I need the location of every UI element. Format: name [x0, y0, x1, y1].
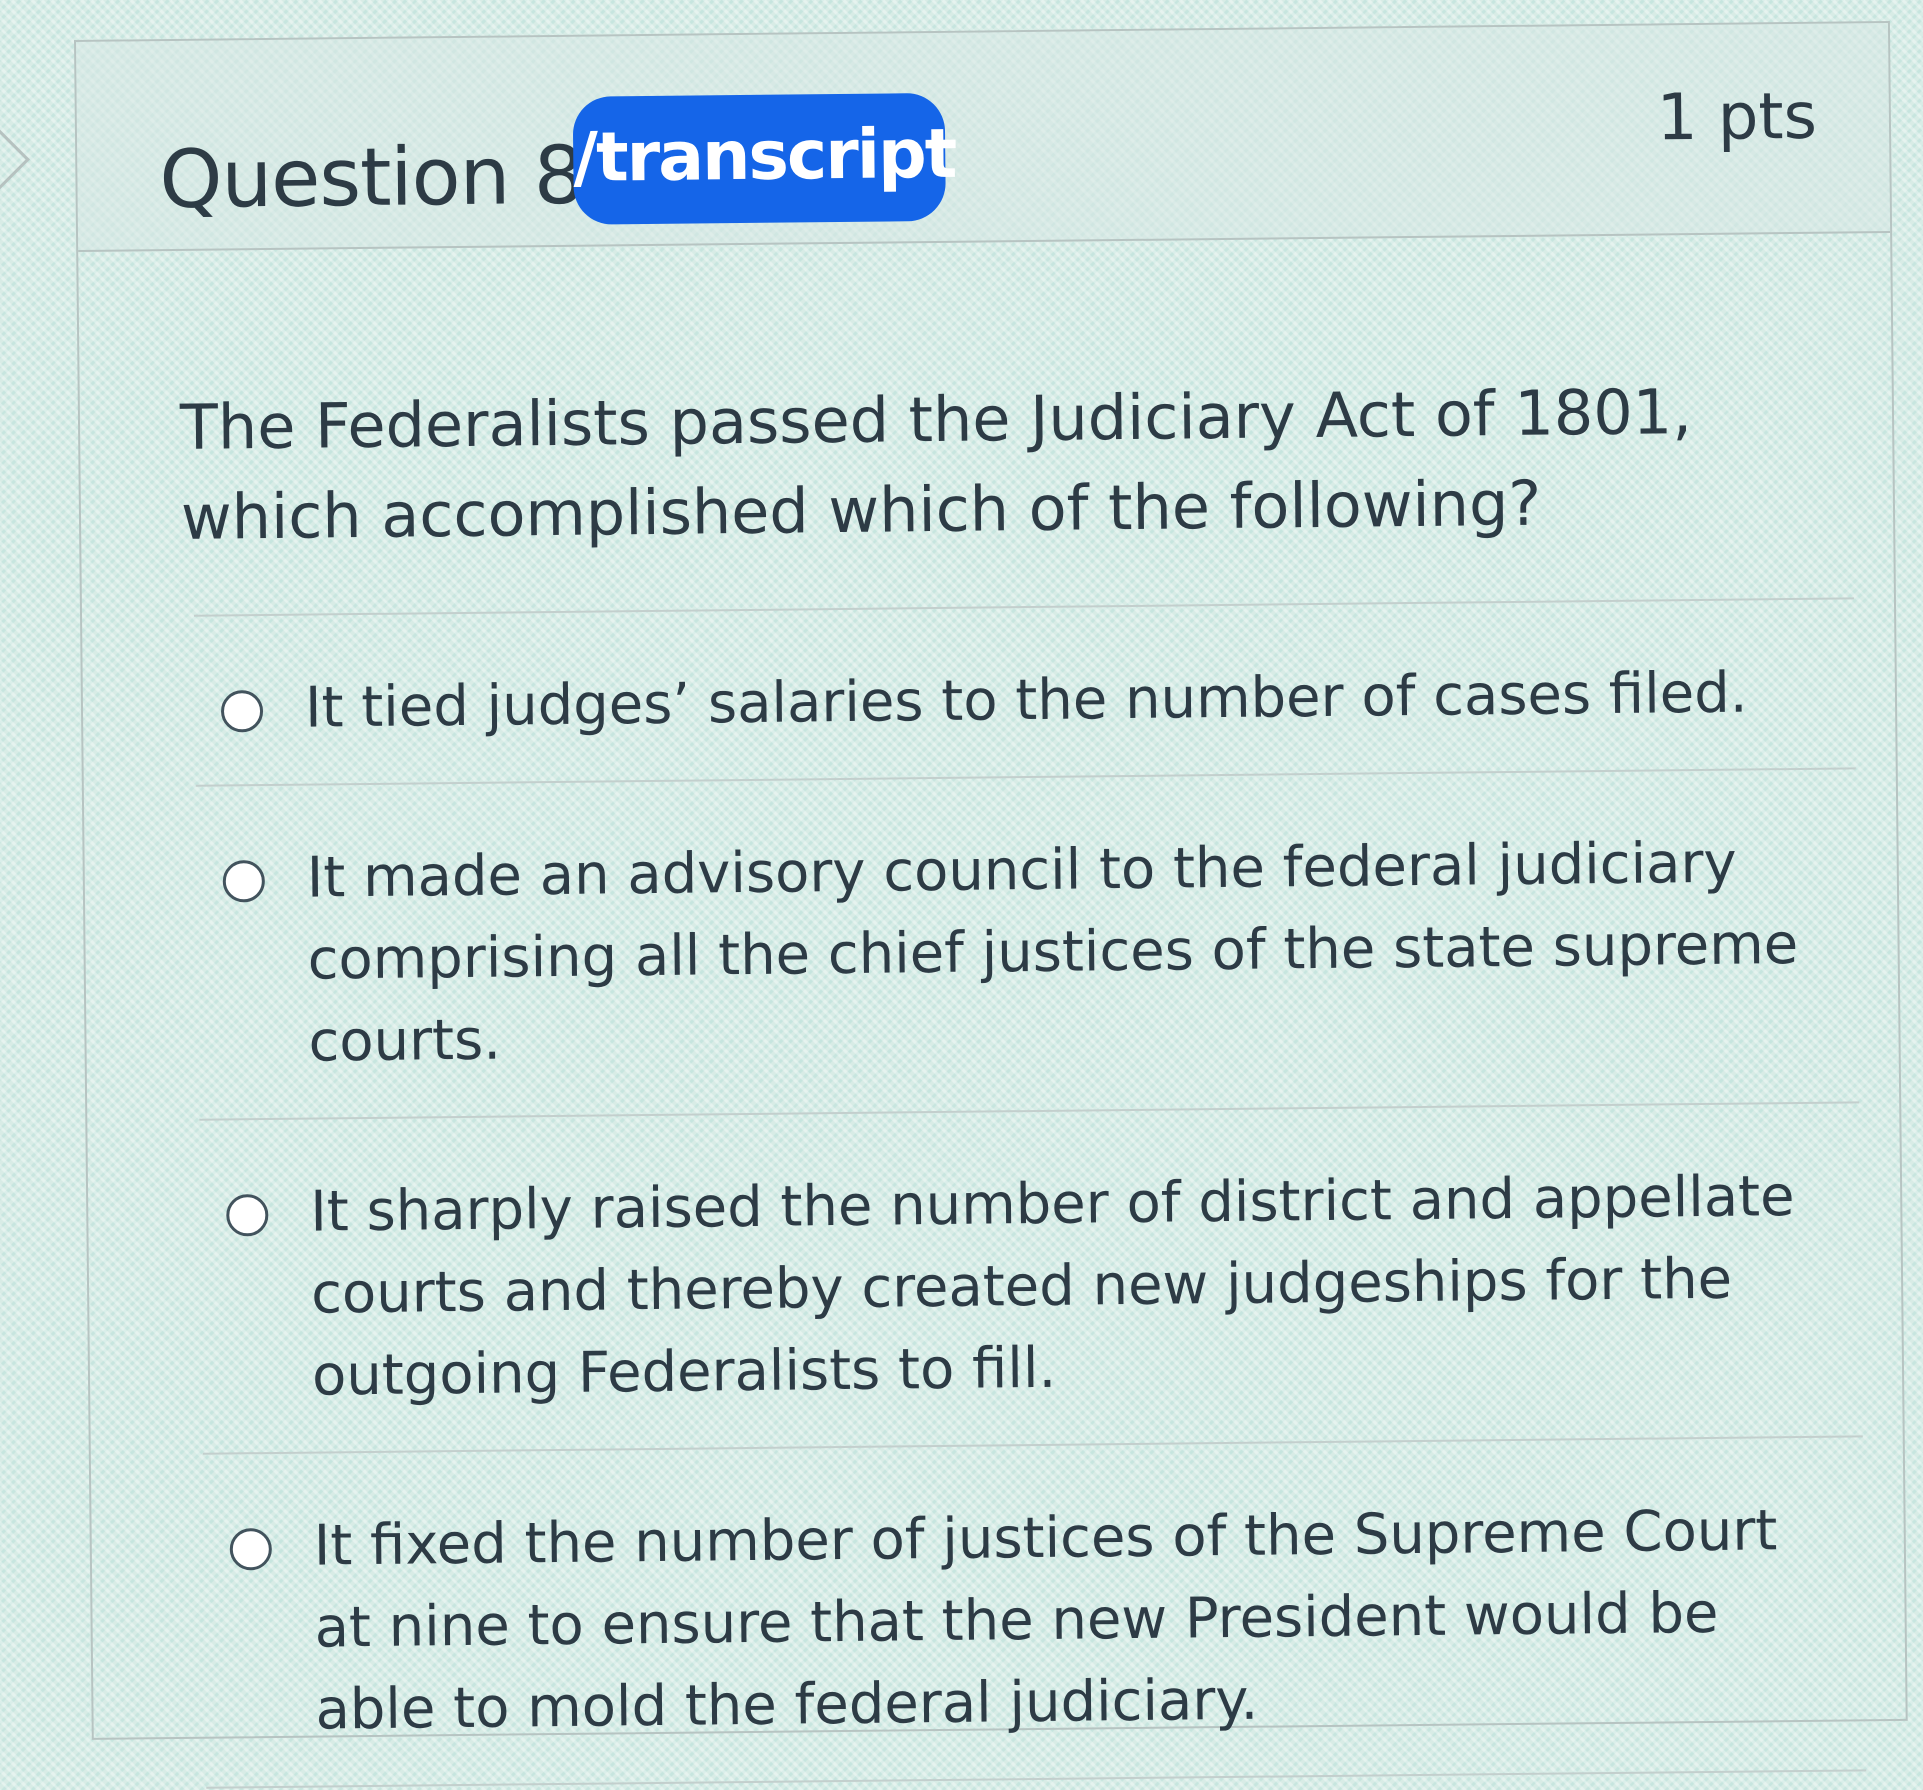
answer-option-2[interactable]: It made an advisory council to the feder… — [195, 767, 1860, 1119]
question-text: The Federalists passed the Judiciary Act… — [179, 375, 1693, 554]
answer-label: It made an advisory council to the feder… — [306, 830, 1799, 1075]
question-title: Question 8 — [158, 128, 585, 227]
answer-label: It fixed the number of justices of the S… — [313, 1498, 1778, 1743]
question-header: Question 8 /transcript 1 pts — [76, 23, 1891, 252]
answer-option-1[interactable]: It tied judges’ salaries to the number o… — [194, 597, 1856, 785]
answer-label: It tied judges’ salaries to the number o… — [304, 660, 1748, 741]
answer-option-4[interactable]: It fixed the number of justices of the S… — [202, 1435, 1867, 1789]
answer-list: It tied judges’ salaries to the number o… — [194, 597, 1867, 1789]
chevron-right-icon[interactable] — [0, 129, 30, 190]
radio-unchecked-icon[interactable] — [222, 860, 266, 903]
question-points: 1 pts — [1656, 79, 1818, 156]
answer-label: It sharply raised the number of district… — [309, 1164, 1795, 1409]
radio-unchecked-icon[interactable] — [229, 1528, 273, 1571]
question-card: Question 8 /transcript 1 pts The Federal… — [74, 20, 1908, 1789]
radio-unchecked-icon[interactable] — [220, 690, 264, 733]
transcript-button[interactable]: /transcript — [572, 92, 956, 225]
radio-unchecked-icon[interactable] — [226, 1194, 269, 1237]
answer-option-3[interactable]: It sharply raised the number of district… — [199, 1101, 1863, 1453]
